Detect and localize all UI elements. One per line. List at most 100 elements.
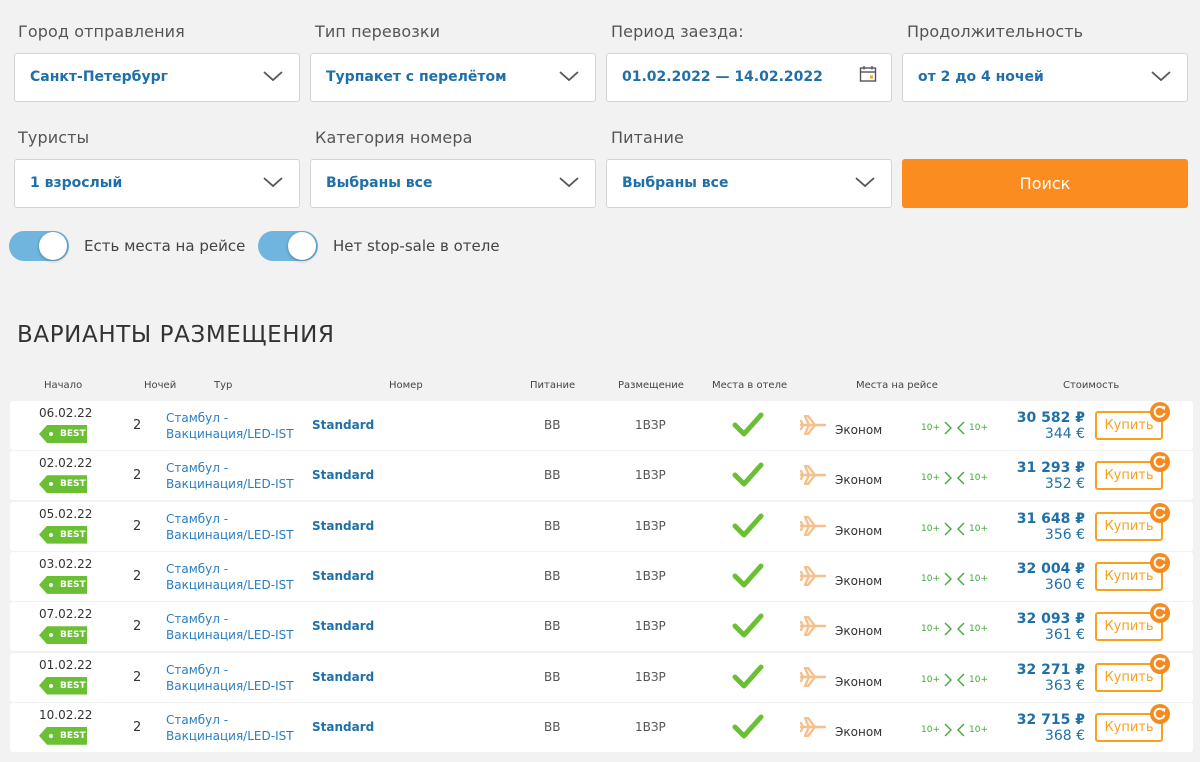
col-tour: Тур: [214, 380, 233, 391]
row-price-rub: 32 004 ₽: [1016, 560, 1085, 577]
col-flight-seats: Места на рейсе: [856, 380, 938, 391]
chevron-down-icon: [559, 71, 579, 82]
chevron-down-icon: [559, 177, 579, 188]
row-flight-class: Эконом: [835, 724, 883, 739]
row-flight-class: Эконом: [835, 523, 883, 538]
row-room-link[interactable]: Standard: [312, 468, 374, 482]
row-meal: BB: [544, 669, 561, 684]
refresh-icon[interactable]: [1150, 603, 1170, 624]
row-tour-link[interactable]: Стамбул - Вакцинация/LED-IST: [166, 410, 306, 442]
row-price-rub: 32 271 ₽: [1016, 661, 1085, 678]
departure-select[interactable]: Санкт-Петербург: [14, 53, 300, 102]
row-price-eur: 363 €: [1044, 677, 1085, 694]
col-price: Стоимость: [1063, 380, 1120, 391]
row-tour-link[interactable]: Стамбул - Вакцинация/LED-IST: [166, 712, 306, 744]
seats-back: 10+: [969, 724, 988, 735]
table-row: 03.02.22 BEST 2 Стамбул - Вакцинация/LED…: [10, 551, 1193, 601]
table-row: 02.02.22 BEST 2 Стамбул - Вакцинация/LED…: [10, 451, 1193, 501]
seats-out: 10+: [921, 724, 940, 735]
row-tour-link[interactable]: Стамбул - Вакцинация/LED-IST: [166, 511, 306, 543]
toggle-seats-switch[interactable]: [9, 231, 69, 261]
refresh-icon[interactable]: [1150, 653, 1170, 674]
row-date: 02.02.22: [39, 456, 93, 471]
airplane-icon: [800, 666, 826, 687]
seats-out: 10+: [921, 674, 940, 685]
row-date: 03.02.22: [39, 556, 93, 571]
row-flight-seats: 10+ 10+: [921, 621, 988, 637]
room-category-value: Выбраны все: [326, 175, 433, 191]
refresh-icon[interactable]: [1150, 552, 1170, 573]
airplane-icon: [800, 515, 826, 536]
row-flight-class: Эконом: [835, 624, 883, 639]
seats-back: 10+: [969, 573, 988, 584]
toggle-knob: [39, 232, 67, 260]
row-room-link[interactable]: Standard: [312, 720, 374, 734]
row-price-eur: 360 €: [1044, 576, 1085, 593]
row-nights: 2: [133, 719, 142, 735]
meal-select[interactable]: Выбраны все: [606, 159, 892, 208]
refresh-icon[interactable]: [1150, 452, 1170, 473]
row-tour-link[interactable]: Стамбул - Вакцинация/LED-IST: [166, 611, 306, 643]
row-flight-seats: 10+ 10+: [921, 521, 988, 537]
row-tour-link[interactable]: Стамбул - Вакцинация/LED-IST: [166, 561, 306, 593]
transport-select[interactable]: Турпакет с перелётом: [310, 53, 596, 102]
duration-label: Продолжительность: [907, 22, 1084, 41]
seats-back: 10+: [969, 674, 988, 685]
best-badge: BEST: [39, 626, 87, 645]
row-meal: BB: [544, 468, 561, 483]
row-price-eur: 344 €: [1044, 426, 1085, 442]
seats-out: 10+: [921, 523, 940, 534]
checkmark-icon: [732, 462, 764, 487]
best-badge: BEST: [39, 525, 87, 544]
row-room-link[interactable]: Standard: [312, 619, 374, 633]
refresh-icon[interactable]: [1150, 502, 1170, 523]
row-flight-class: Эконом: [835, 473, 883, 488]
best-badge: BEST: [39, 475, 87, 494]
row-flight-seats: 10+ 10+: [921, 571, 988, 587]
airplane-icon: [800, 415, 826, 435]
row-nights: 2: [133, 468, 142, 484]
chevron-down-icon: [855, 177, 875, 188]
meal-label: Питание: [611, 128, 684, 147]
row-room-link[interactable]: Standard: [312, 569, 374, 583]
search-button[interactable]: Поиск: [902, 159, 1188, 208]
toggle-stopsale-switch[interactable]: [258, 231, 318, 261]
row-flight-seats: 10+ 10+: [921, 672, 988, 688]
row-placement: 1ВЗР: [635, 518, 666, 533]
row-price-rub: 31 293 ₽: [1016, 460, 1085, 477]
row-date: 01.02.22: [39, 657, 93, 672]
row-placement: 1ВЗР: [635, 619, 666, 634]
seats-back: 10+: [969, 523, 988, 534]
row-flight-seats: 10+ 10+: [921, 420, 988, 436]
row-nights: 2: [133, 518, 142, 534]
calendar-icon: [859, 66, 877, 82]
row-room-link[interactable]: Standard: [312, 670, 374, 684]
chevron-left-icon: [957, 471, 965, 485]
col-nights: Ночей: [144, 380, 177, 391]
row-flight-class: Эконом: [835, 573, 883, 588]
refresh-icon[interactable]: [1150, 703, 1170, 724]
col-start: Начало: [44, 380, 83, 391]
row-tour-link[interactable]: Стамбул - Вакцинация/LED-IST: [166, 460, 306, 492]
row-room-link[interactable]: Standard: [312, 519, 374, 533]
toggle-knob: [288, 232, 316, 260]
col-meal: Питание: [530, 380, 576, 391]
row-room-link[interactable]: Standard: [312, 418, 374, 432]
section-title: ВАРИАНТЫ РАЗМЕЩЕНИЯ: [17, 322, 335, 348]
chevron-left-icon: [957, 522, 965, 536]
row-meal: BB: [544, 719, 561, 734]
room-category-select[interactable]: Выбраны все: [310, 159, 596, 208]
refresh-icon[interactable]: [1150, 402, 1170, 422]
row-price-eur: 368 €: [1044, 727, 1085, 744]
transport-value: Турпакет с перелётом: [326, 69, 507, 85]
chevron-left-icon: [957, 572, 965, 586]
period-datepicker[interactable]: 01.02.2022 — 14.02.2022: [606, 53, 892, 102]
duration-select[interactable]: от 2 до 4 ночей: [902, 53, 1188, 102]
row-tour-link[interactable]: Стамбул - Вакцинация/LED-IST: [166, 662, 306, 694]
chevron-down-icon: [263, 71, 283, 82]
row-meal: BB: [544, 568, 561, 583]
duration-value: от 2 до 4 ночей: [918, 69, 1044, 85]
tourists-select[interactable]: 1 взрослый: [14, 159, 300, 208]
chevron-left-icon: [957, 723, 965, 737]
toggle-seats-label: Есть места на рейсе: [84, 237, 246, 255]
